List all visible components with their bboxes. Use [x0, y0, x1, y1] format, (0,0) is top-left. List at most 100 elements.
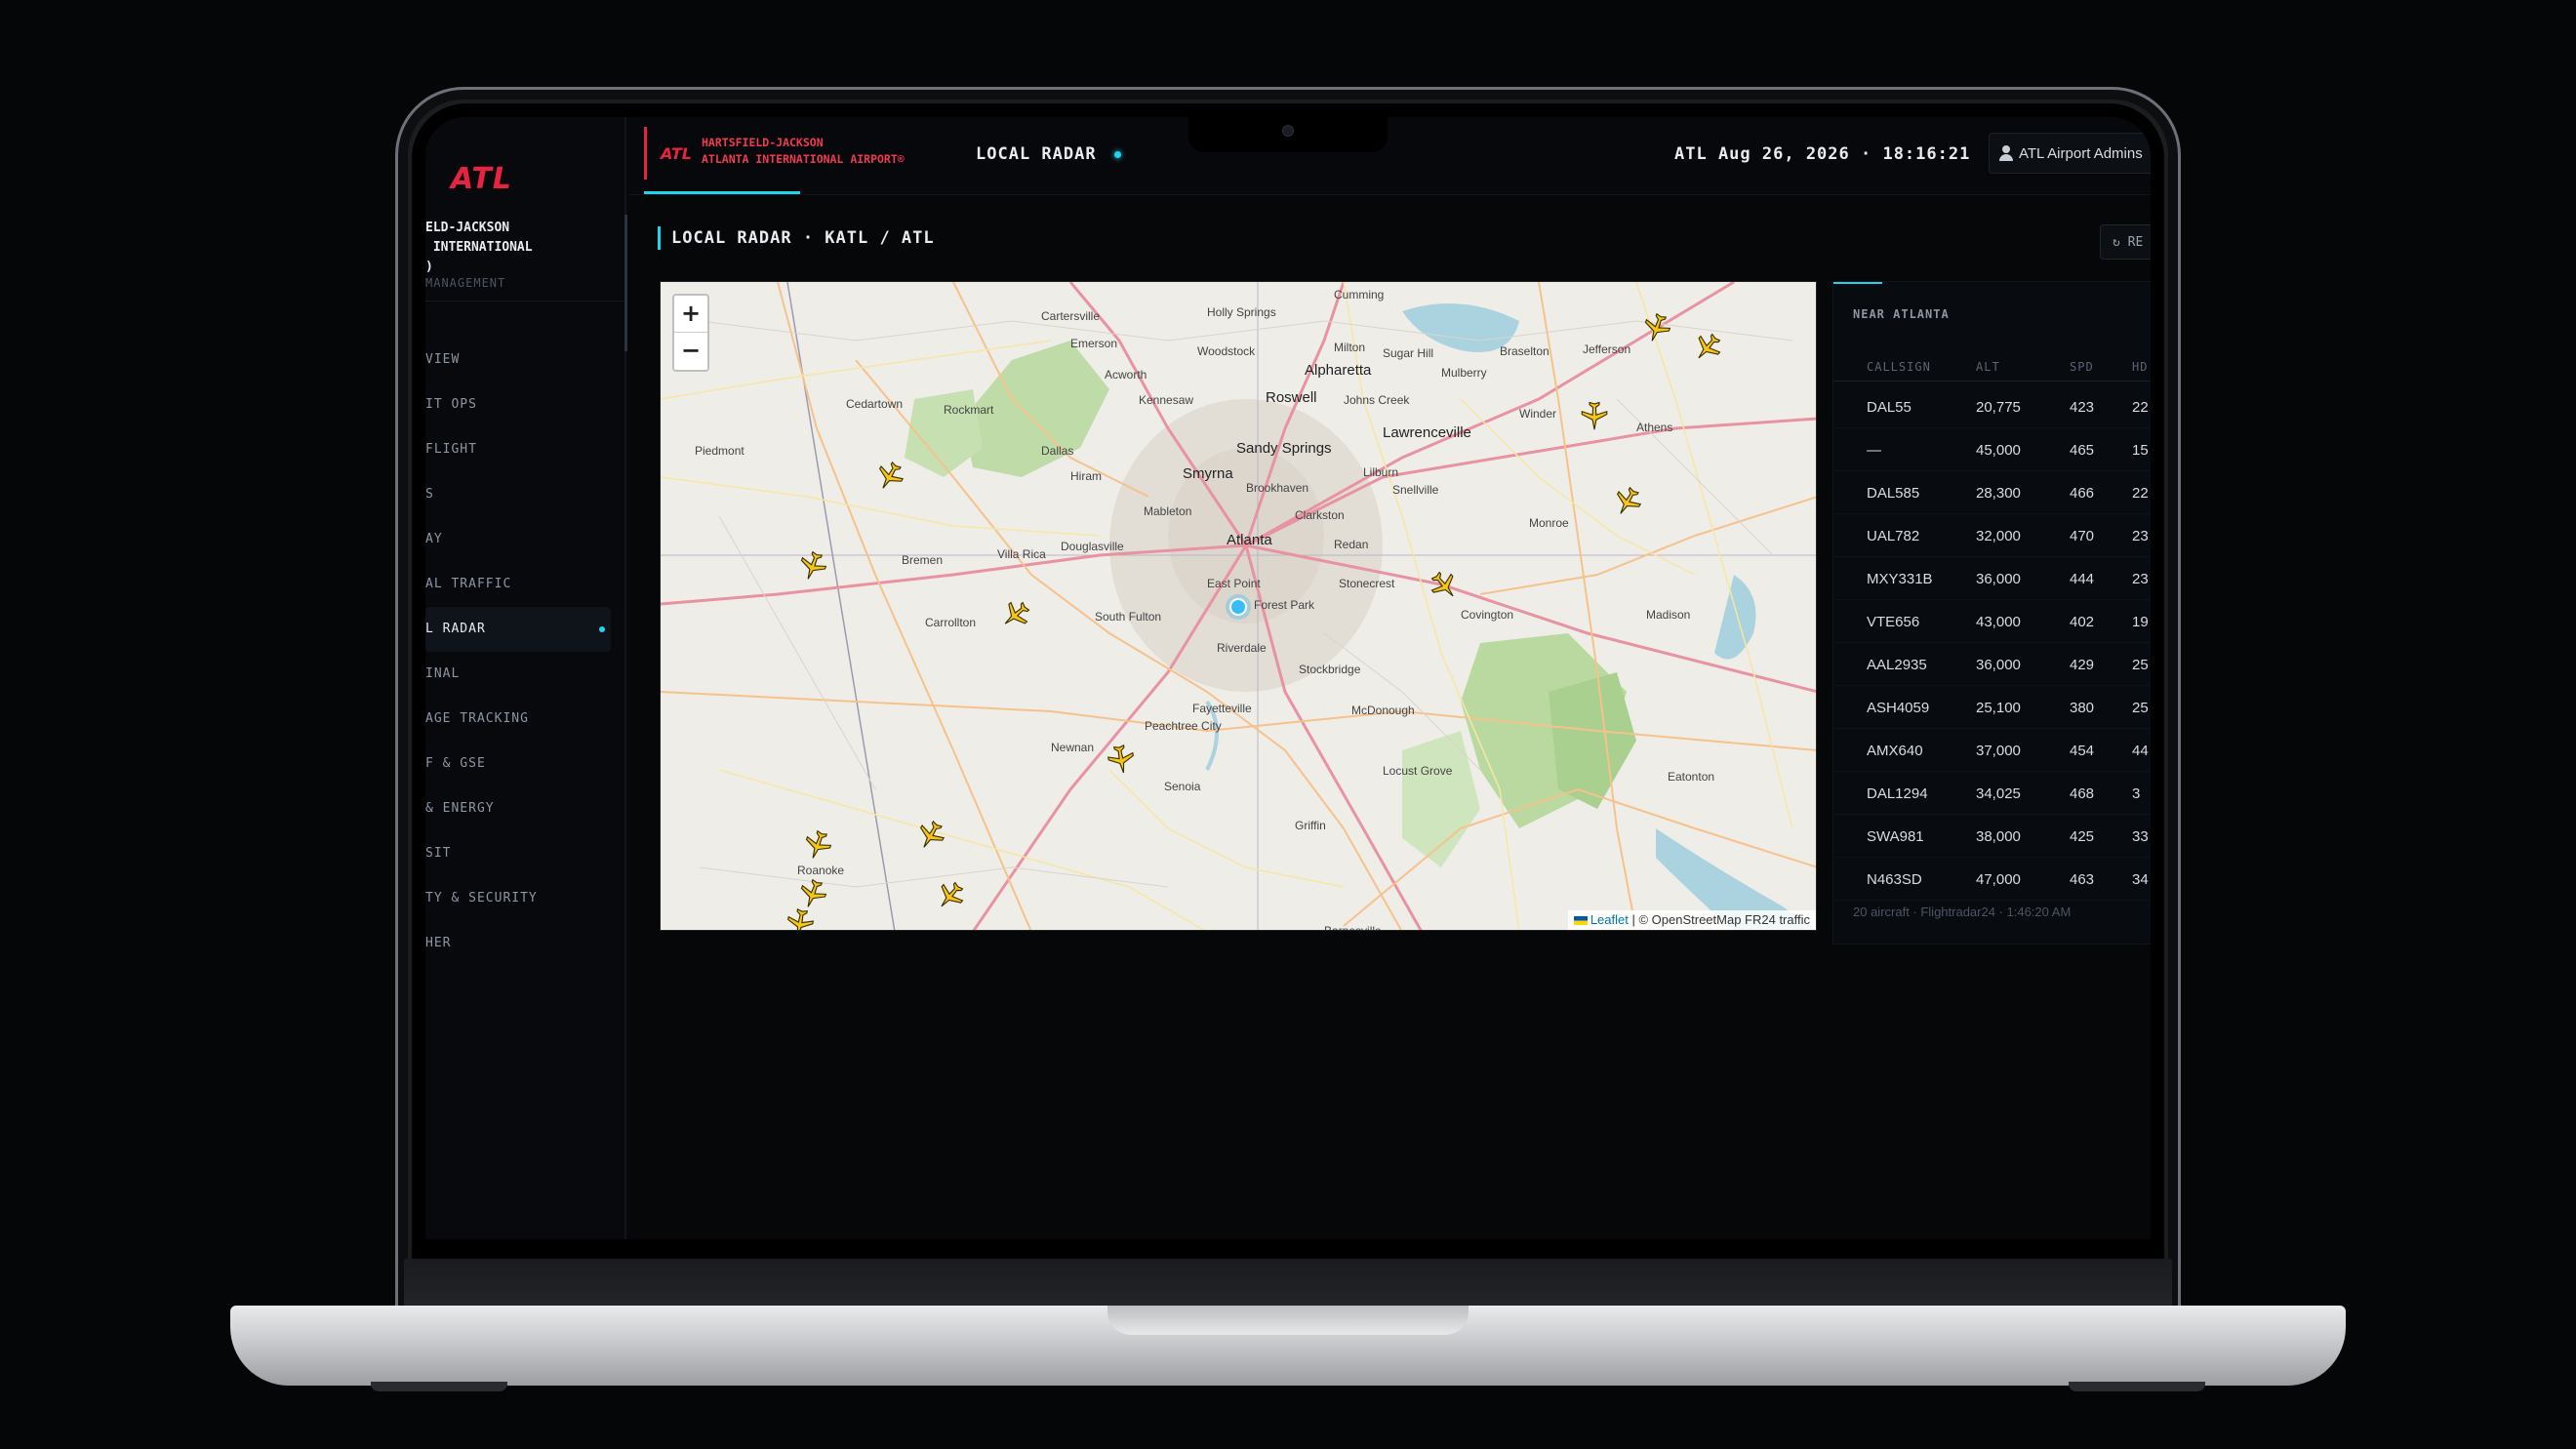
heading-cell: 34: [2132, 871, 2149, 888]
aircraft-icon[interactable]: [1691, 331, 1724, 364]
city-label: Athens: [1636, 421, 1673, 434]
title-accent: [658, 226, 661, 250]
heading-cell: 15: [2132, 442, 2149, 459]
sidebar-item[interactable]: INAL: [425, 652, 626, 697]
heading-cell: 3: [2132, 785, 2141, 802]
column-header-alt[interactable]: ALT: [1976, 360, 2000, 374]
city-label: Smyrna: [1183, 465, 1233, 482]
sidebar-item[interactable]: AL TRAFFIC: [425, 562, 626, 607]
aircraft-icon[interactable]: [934, 879, 967, 912]
leaflet-link[interactable]: Leaflet: [1590, 912, 1629, 927]
sidebar-subtitle: MANAGEMENT: [425, 276, 506, 290]
aircraft-icon[interactable]: [796, 877, 829, 910]
sidebar-item[interactable]: L RADAR: [425, 607, 611, 652]
table-row[interactable]: SWA981 38,000 425 33: [1833, 815, 2151, 858]
zoom-out-button[interactable]: −: [674, 333, 707, 370]
refresh-button[interactable]: ↻ RE: [2100, 224, 2151, 260]
column-header-callsign[interactable]: CALLSIGN: [1867, 360, 1931, 374]
city-label: Redan: [1334, 538, 1369, 551]
sidebar-item[interactable]: FLIGHT: [425, 427, 626, 472]
city-label: Newnan: [1051, 741, 1095, 754]
laptop-foot: [2069, 1382, 2205, 1391]
sidebar-scrollbar[interactable]: [624, 215, 627, 351]
speed-cell: 423: [2070, 399, 2095, 416]
sidebar-item[interactable]: AGE TRACKING: [425, 697, 626, 742]
sidebar-item-label: VIEW: [425, 352, 461, 367]
aircraft-icon[interactable]: [796, 549, 829, 583]
sidebar-nav: VIEW IT OPS FLIGHT S AY AL TRAFFIC L RADAR INAL…: [425, 338, 626, 966]
sidebar-item[interactable]: SIT: [425, 831, 626, 876]
aircraft-icon[interactable]: [801, 828, 834, 862]
flight-list-panel: NEAR ATLANTA CALLSIGN ALT SPD HD DAL55 20…: [1832, 281, 2151, 945]
table-row[interactable]: DAL1294 34,025 468 3: [1833, 772, 2151, 815]
sidebar-item-label: SIT: [425, 846, 452, 861]
sidebar-item[interactable]: S: [425, 472, 626, 517]
aircraft-icon[interactable]: [1428, 569, 1461, 602]
sidebar-item[interactable]: IT OPS: [425, 382, 626, 427]
brand-logo: ATL: [661, 144, 692, 163]
column-header-spd[interactable]: SPD: [2070, 360, 2094, 374]
user-menu-button[interactable]: ATL Airport Admins: [1989, 133, 2151, 174]
sidebar-item[interactable]: & ENERGY: [425, 786, 626, 831]
sidebar-item-label: L RADAR: [425, 622, 486, 636]
city-label: Hiram: [1070, 469, 1102, 483]
table-row[interactable]: DAL55 20,775 423 22: [1833, 385, 2151, 428]
speed-cell: 466: [2070, 485, 2095, 502]
airport-location-marker[interactable]: [1229, 598, 1247, 616]
brand-text: HARTSFIELD-JACKSON ATLANTA INTERNATIONAL…: [702, 136, 905, 166]
aircraft-icon[interactable]: [1611, 485, 1644, 518]
city-label: Griffin: [1295, 819, 1326, 832]
table-row[interactable]: — 45,000 465 15: [1833, 428, 2151, 471]
aircraft-icon[interactable]: [873, 460, 906, 493]
sidebar-item-label: INAL: [425, 666, 461, 681]
sidebar-item[interactable]: AY: [425, 517, 626, 562]
city-label: Peachtree City: [1145, 719, 1222, 733]
aircraft-icon[interactable]: [1578, 399, 1611, 432]
table-row[interactable]: VTE656 43,000 402 19: [1833, 600, 2151, 643]
radar-map[interactable]: + − Cartersville Holly Springs Cumming Emer…: [660, 281, 1817, 931]
callsign-cell: ASH4059: [1867, 700, 1930, 716]
speed-cell: 465: [2070, 442, 2095, 459]
table-row[interactable]: AAL2935 36,000 429 25: [1833, 643, 2151, 686]
callsign-cell: AMX640: [1867, 743, 1923, 759]
sidebar-item[interactable]: TY & SECURITY: [425, 876, 626, 921]
table-row[interactable]: AMX640 37,000 454 44: [1833, 729, 2151, 772]
sidebar-item[interactable]: HER: [425, 921, 626, 966]
city-label: Douglasville: [1061, 540, 1124, 553]
altitude-cell: 47,000: [1976, 871, 2021, 888]
sidebar-item-label: HER: [425, 936, 452, 950]
sidebar-item[interactable]: VIEW: [425, 338, 626, 382]
aircraft-icon[interactable]: [1640, 311, 1673, 344]
table-row[interactable]: N463SD 47,000 463 34: [1833, 858, 2151, 901]
city-label: East Point: [1207, 577, 1261, 590]
table-row[interactable]: UAL782 32,000 470 23: [1833, 514, 2151, 557]
heading-cell: 22: [2132, 399, 2149, 416]
zoom-in-button[interactable]: +: [674, 296, 707, 333]
callsign-cell: DAL585: [1867, 485, 1920, 502]
city-label: Locust Grove: [1383, 764, 1453, 778]
table-row[interactable]: ASH4059 25,100 380 25: [1833, 686, 2151, 729]
table-row[interactable]: MXY331B 36,000 444 23: [1833, 557, 2151, 600]
heading-cell: 22: [2132, 485, 2149, 502]
attribution-text: | © OpenStreetMap FR24 traffic: [1628, 912, 1810, 927]
city-label: Carrollton: [925, 616, 977, 629]
altitude-cell: 43,000: [1976, 614, 2021, 630]
aircraft-icon[interactable]: [999, 598, 1032, 631]
aircraft-icon[interactable]: [784, 906, 817, 930]
aircraft-icon[interactable]: [1105, 743, 1138, 776]
city-label: Forest Park: [1254, 598, 1315, 612]
callsign-cell: UAL782: [1867, 528, 1920, 544]
brand-tab[interactable]: ATL HARTSFIELD-JACKSON ATLANTA INTERNATI…: [644, 127, 937, 180]
callsign-cell: DAL1294: [1867, 785, 1928, 802]
atl-logo[interactable]: ATL: [451, 162, 512, 196]
panel-title: NEAR ATLANTA: [1853, 307, 1950, 321]
city-label: Stonecrest: [1339, 577, 1395, 590]
page-title: LOCAL RADAR · KATL / ATL: [671, 228, 935, 248]
column-header-hdg[interactable]: HD: [2132, 360, 2148, 374]
city-label: Rockmart: [944, 403, 994, 417]
city-label: Eatonton: [1668, 770, 1715, 784]
aircraft-icon[interactable]: [914, 819, 947, 852]
table-row[interactable]: DAL585 28,300 466 22: [1833, 471, 2151, 514]
sidebar-item[interactable]: F & GSE: [425, 742, 626, 786]
callsign-cell: DAL55: [1867, 399, 1912, 416]
